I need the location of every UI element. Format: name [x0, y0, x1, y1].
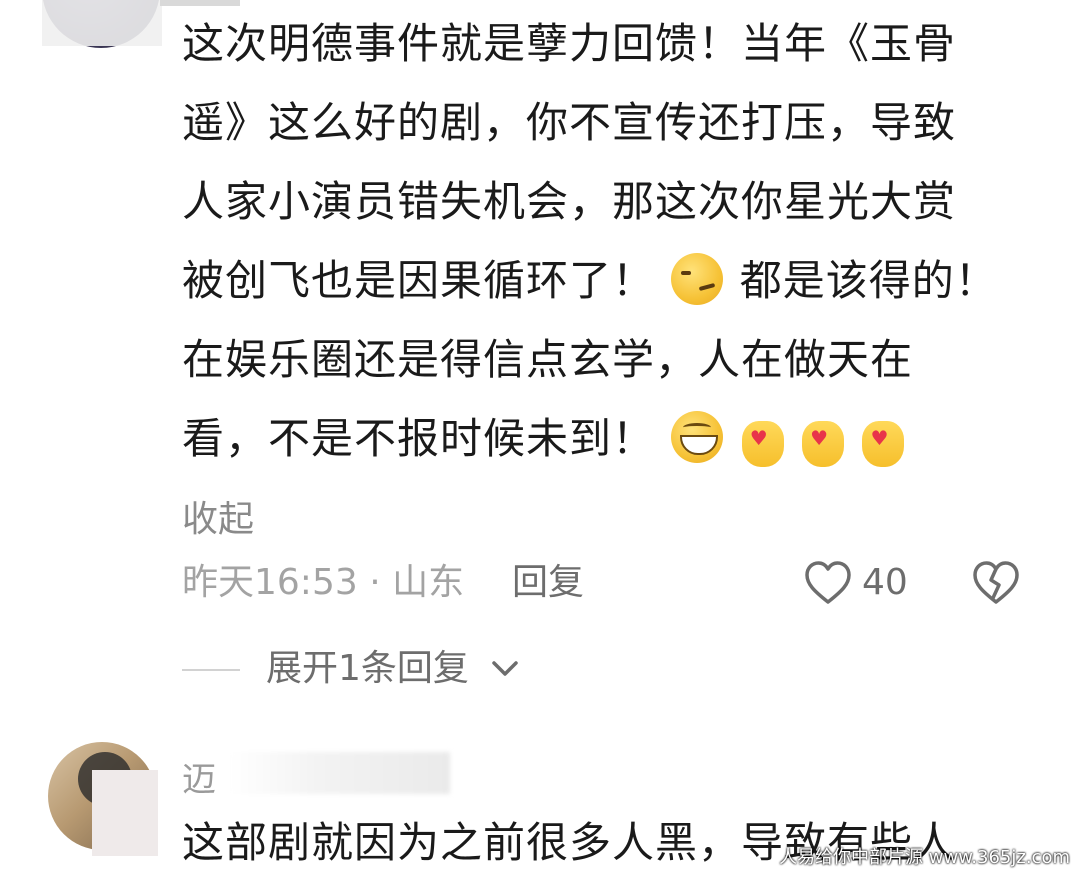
comment-meta-row: 昨天16:53 · 山东 回复 40 — [182, 558, 1042, 608]
broken-heart-icon[interactable] — [972, 560, 1020, 606]
comment-text: 这次明德事件就是孽力回馈！当年《玉骨 遥》这么好的剧，你不宣传还打压，导致 人家… — [182, 4, 1012, 478]
comment-line: 人家小演员错失机会，那这次你星光大赏 — [182, 177, 957, 226]
watermark: 人易给你中部片源 www.365jz.com — [779, 847, 1070, 868]
finger-heart-icon — [802, 399, 845, 478]
reply-button[interactable]: 回复 — [512, 558, 584, 608]
like-count: 40 — [862, 562, 908, 603]
comment-line: 在娱乐圈还是得信点玄学，人在做天在 — [182, 335, 914, 384]
collapse-button[interactable]: 收起 — [182, 490, 254, 542]
reply-username[interactable]: 迈 — [182, 752, 216, 801]
comment-line: 都是该得的！ — [739, 256, 998, 305]
smug-face-icon — [671, 253, 724, 305]
expand-replies-label: 展开1条回复 — [266, 648, 469, 689]
comment-line: 被创飞也是因果循环了！ — [182, 256, 656, 305]
comment-line: 遥》这么好的剧，你不宣传还打压，导致 — [182, 98, 957, 147]
comment-line-with-emoji: 被创飞也是因果循环了！ 都是该得的！ — [182, 241, 1012, 320]
heart-outline-icon[interactable] — [804, 560, 852, 606]
comment-line: 看，不是不报时候未到！ — [182, 414, 656, 463]
avatar-privacy-mask — [92, 770, 158, 856]
chevron-down-icon — [492, 661, 518, 676]
grinning-face-icon — [671, 411, 724, 463]
finger-heart-icon — [741, 399, 784, 478]
finger-heart-icon — [862, 399, 905, 478]
username-privacy-mask — [230, 752, 450, 794]
avatar-privacy-mask — [42, 0, 162, 46]
comment-line: 这次明德事件就是孽力回馈！当年《玉骨 — [182, 19, 957, 68]
timestamp-location: 昨天16:53 · 山东 — [182, 562, 465, 603]
divider-line — [182, 669, 240, 671]
comment-line-with-emoji: 看，不是不报时候未到！ — [182, 399, 1012, 478]
